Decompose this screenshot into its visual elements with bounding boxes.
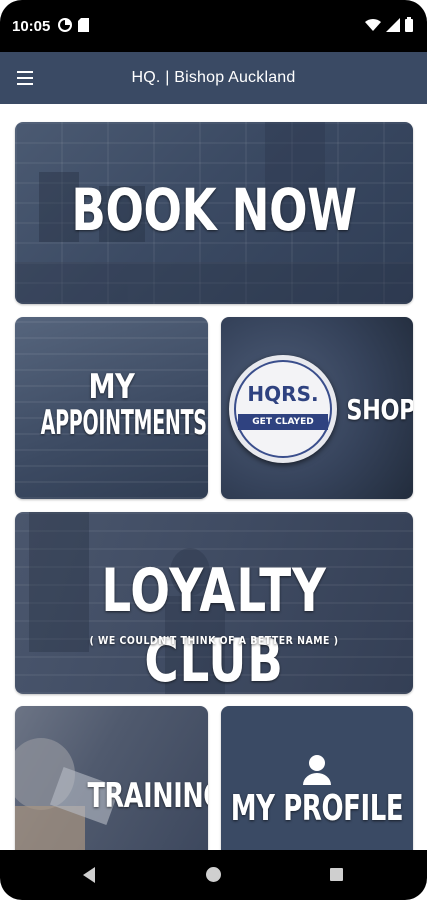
person-icon xyxy=(303,755,331,785)
back-icon[interactable] xyxy=(83,867,95,883)
app-title: HQ. | Bishop Auckland xyxy=(131,69,296,86)
loyalty-club-title: LOYALTY CLUB xyxy=(101,556,327,694)
status-bar: 10:05 xyxy=(0,0,427,52)
hqrs-clay-product-image: HQRS. GET CLAYED xyxy=(229,355,337,463)
loyalty-club-subtitle: ( WE COULDN'T THINK OF A BETTER NAME ) xyxy=(89,634,339,647)
loyalty-club-tile[interactable]: LOYALTY CLUB ( WE COULDN'T THINK OF A BE… xyxy=(15,512,413,694)
status-right-icons xyxy=(365,17,413,32)
sd-card-icon xyxy=(78,18,89,32)
product-brand-text: HQRS. xyxy=(247,382,319,406)
book-now-tile[interactable]: BOOK NOW xyxy=(15,122,413,304)
shop-title: SHOP xyxy=(346,393,413,426)
signal-icon xyxy=(386,17,400,32)
training-tile[interactable]: TRAINING xyxy=(15,706,208,850)
home-icon[interactable] xyxy=(206,867,221,882)
my-appointments-title-line2: APPOINTMENTS xyxy=(40,403,207,443)
my-appointments-tile[interactable]: MY APPOINTMENTS xyxy=(15,317,208,499)
data-saver-icon xyxy=(58,18,72,32)
training-title: TRAINING xyxy=(87,776,209,816)
book-now-title: BOOK NOW xyxy=(71,176,357,244)
shop-tile[interactable]: HQRS. GET CLAYED SHOP xyxy=(221,317,413,499)
wifi-icon xyxy=(365,18,381,31)
my-profile-tile[interactable]: MY PROFILE xyxy=(221,706,413,850)
app-bar: HQ. | Bishop Auckland xyxy=(0,52,427,104)
my-appointments-title-line1: MY xyxy=(88,367,135,407)
battery-icon xyxy=(405,17,413,32)
home-tiles: BOOK NOW MY APPOINTMENTS HQRS. GET CLAYE… xyxy=(0,104,427,850)
navigation-bar xyxy=(0,850,427,900)
status-left-icons xyxy=(58,18,89,32)
my-profile-title: MY PROFILE xyxy=(230,788,404,829)
status-time: 10:05 xyxy=(12,18,51,35)
product-band-text: GET CLAYED xyxy=(238,414,328,430)
recents-icon[interactable] xyxy=(330,868,343,881)
